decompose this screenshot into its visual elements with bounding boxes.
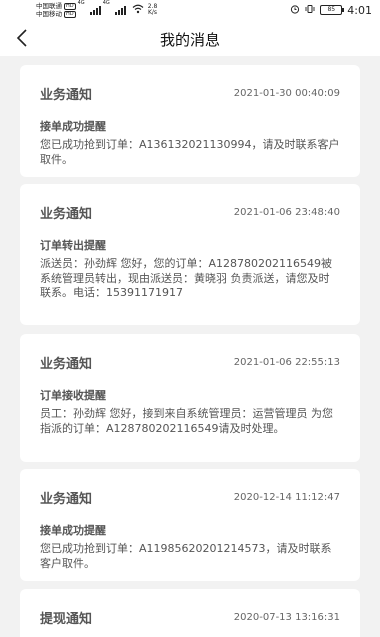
status-bar: 中国联通 HD 中国移动 HD 4G 4G 2.8 K/s 85 4:01 [0,0,380,20]
network-speed: 2.8 K/s [148,4,158,16]
app-header: 我的消息 [0,20,380,56]
message-category: 业务通知 [40,206,93,222]
page-title: 我的消息 [159,31,220,49]
vibrate-icon [305,4,315,17]
signal-icon-2 [114,5,126,15]
carrier-2-label: 中国移动 [36,10,62,18]
message-category: 业务通知 [40,87,93,103]
message-title: 订单接收提醒 [40,389,106,402]
message-card[interactable]: 业务通知 2021-01-06 22:55:13 订单接收提醒 员工：孙劲辉 您… [20,334,360,462]
battery-icon: 85 [320,5,345,15]
message-category: 提现通知 [40,611,93,627]
message-category: 业务通知 [40,356,93,372]
carrier-1-label: 中国联通 [36,2,62,10]
message-card[interactable]: 提现通知 2020-07-13 13:16:31 [20,589,360,637]
message-card[interactable]: 业务通知 2020-12-14 11:12:47 接单成功提醒 您已成功抢到订单… [20,469,360,581]
message-title: 接单成功提醒 [40,120,106,133]
message-time: 2021-01-06 23:48:40 [233,206,340,218]
carrier-info: 中国联通 HD 中国移动 HD [36,2,76,18]
message-category: 业务通知 [40,491,93,507]
hd-badge-2: HD [64,10,76,18]
wifi-icon [132,4,144,17]
network-2-label: 4G [102,0,110,6]
alarm-icon [290,4,300,17]
message-time: 2021-01-06 22:55:13 [233,356,340,368]
clock: 4:01 [347,3,372,17]
hd-badge: HD [64,2,76,10]
message-title: 订单转出提醒 [40,239,106,252]
message-card[interactable]: 业务通知 2021-01-06 23:48:40 订单转出提醒 派送员：孙劲辉 … [20,184,360,325]
speed-unit: K/s [147,9,158,16]
battery-level: 85 [327,6,336,13]
message-card[interactable]: 业务通知 2021-01-30 00:40:09 接单成功提醒 您已成功抢到订单… [20,65,360,177]
signal-icon [89,5,101,15]
message-time: 2020-07-13 13:16:31 [233,611,340,623]
message-title: 接单成功提醒 [40,524,106,537]
message-time: 2021-01-30 00:40:09 [233,87,340,99]
message-time: 2020-12-14 11:12:47 [233,491,340,503]
message-body: 员工：孙劲辉 您好，接到来自系统管理员：运营管理员 为您指派的订单：A12878… [40,407,333,435]
message-body: 派送员：孙劲辉 您好，您的订单：A128780202116549被系统管理员转出… [40,257,332,299]
message-body: 您已成功抢到订单：A136132021130994，请及时联系客户取件。 [40,138,340,166]
network-1-label: 4G [77,0,85,6]
message-body: 您已成功抢到订单：A119856202012145​73，请及时联系客户取件。 [40,542,332,570]
